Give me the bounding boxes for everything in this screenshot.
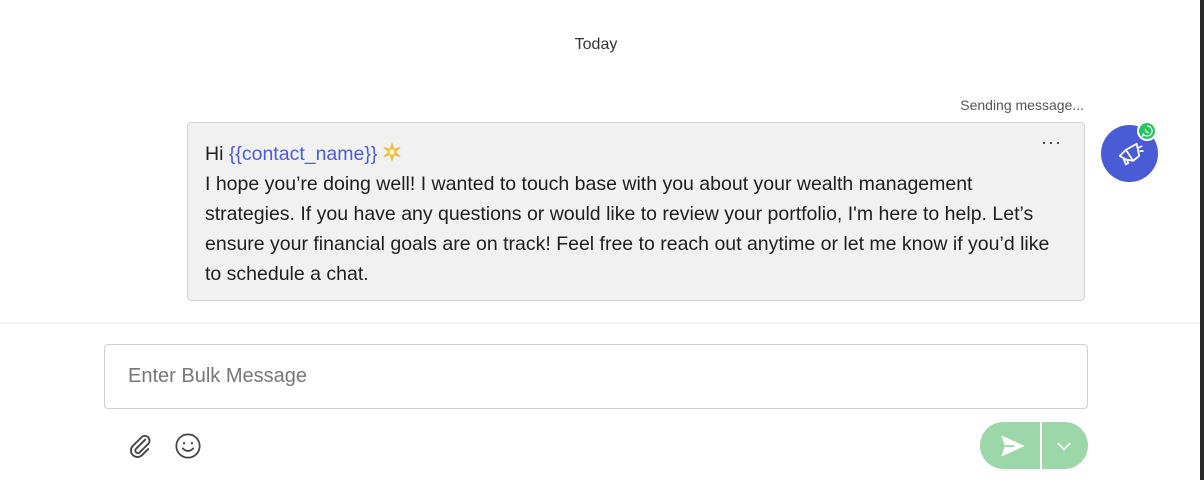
bulk-message-field[interactable]	[104, 344, 1088, 409]
chat-area: Today Sending message... ··· Hi {{contac…	[0, 0, 1200, 322]
message-text: Hi {{contact_name}} I hope you’re doing …	[205, 139, 1065, 289]
chevron-down-icon	[1057, 442, 1071, 451]
composer-divider	[0, 322, 1200, 324]
message-body: I hope you’re doing well! I wanted to to…	[205, 173, 1050, 285]
bulk-message-input[interactable]	[105, 345, 1087, 408]
paperclip-icon[interactable]	[126, 432, 154, 460]
window-edge	[1200, 0, 1204, 480]
sparkle-icon	[383, 141, 401, 163]
send-options-dropdown[interactable]	[1042, 422, 1088, 469]
megaphone-icon	[1118, 142, 1144, 166]
message-bubble: ··· Hi {{contact_name}} I hope you’re do…	[187, 122, 1085, 301]
date-divider: Today	[574, 36, 618, 53]
message-status: Sending message...	[960, 97, 1084, 113]
contact-name-variable: {{contact_name}}	[228, 143, 378, 165]
send-icon	[1001, 435, 1025, 457]
message-greeting: Hi	[205, 143, 224, 165]
smiley-icon[interactable]	[174, 432, 202, 460]
whatsapp-icon	[1137, 121, 1157, 141]
send-button-group	[980, 422, 1088, 469]
send-button[interactable]	[980, 422, 1040, 469]
